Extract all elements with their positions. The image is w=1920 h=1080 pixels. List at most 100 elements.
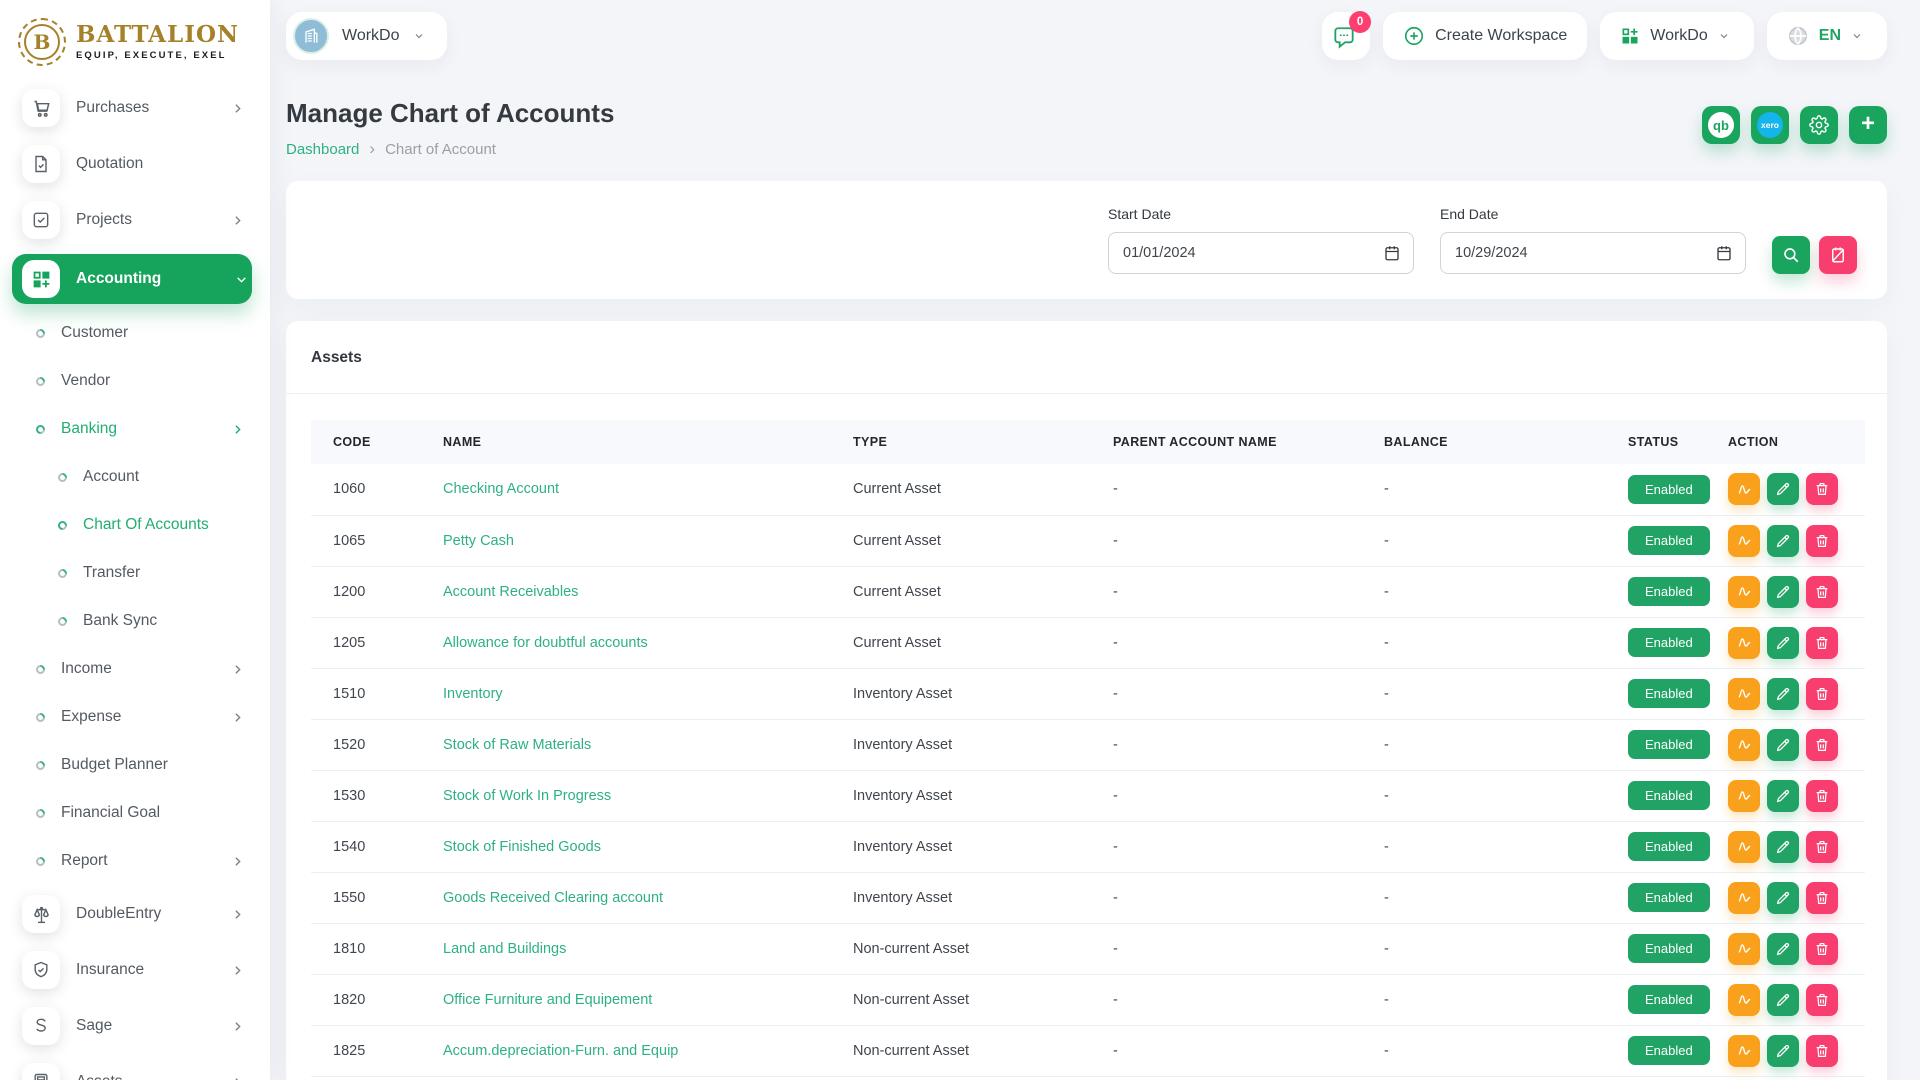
sidebar-item-chart-of-accounts[interactable]: Chart Of Accounts [14, 508, 248, 542]
sidebar-item-assets[interactable]: Assets [14, 1060, 248, 1080]
sidebar-item-vendor[interactable]: Vendor [14, 364, 248, 398]
delete-button[interactable] [1806, 780, 1838, 812]
account-name-link[interactable]: Stock of Raw Materials [443, 737, 591, 753]
sidebar-item-customer[interactable]: Customer [14, 316, 248, 350]
delete-button[interactable] [1806, 729, 1838, 761]
edit-button[interactable] [1767, 525, 1799, 557]
account-name-link[interactable]: Goods Received Clearing account [443, 890, 663, 906]
trash-icon [1814, 788, 1830, 804]
apply-filter-button[interactable] [1772, 236, 1810, 274]
workspace-avatar [293, 18, 329, 54]
add-account-button[interactable]: + [1849, 106, 1887, 144]
create-workspace-button[interactable]: Create Workspace [1383, 12, 1587, 60]
delete-button[interactable] [1806, 678, 1838, 710]
sidebar-item-sage[interactable]: Sage [14, 1004, 248, 1048]
messages-button[interactable]: 0 [1322, 12, 1370, 60]
workspace-selector[interactable]: WorkDo [286, 12, 447, 60]
delete-button[interactable] [1806, 1035, 1838, 1067]
sidebar-item-financial-goal[interactable]: Financial Goal [14, 796, 248, 830]
activity-button[interactable] [1728, 576, 1760, 608]
sidebar-item-doubleentry[interactable]: DoubleEntry [14, 892, 248, 936]
delete-button[interactable] [1806, 882, 1838, 914]
activity-button[interactable] [1728, 729, 1760, 761]
delete-button[interactable] [1806, 525, 1838, 557]
settings-button[interactable] [1800, 106, 1838, 144]
xero-button[interactable]: xero [1751, 106, 1789, 144]
activity-button[interactable] [1728, 780, 1760, 812]
edit-button[interactable] [1767, 473, 1799, 505]
sidebar-item-label: Budget Planner [61, 756, 248, 774]
sidebar-item-expense[interactable]: Expense [14, 700, 248, 734]
account-name-link[interactable]: Office Furniture and Equipement [443, 992, 652, 1008]
delete-button[interactable] [1806, 627, 1838, 659]
table-row: 1820 Office Furniture and Equipement Non… [311, 974, 1865, 1025]
sidebar-item-label: Chart Of Accounts [83, 516, 248, 534]
edit-button[interactable] [1767, 780, 1799, 812]
account-name-link[interactable]: Checking Account [443, 481, 559, 497]
sidebar-item-label: Assets [76, 1073, 231, 1080]
trash-icon [1814, 584, 1830, 600]
sidebar-item-label: Purchases [76, 99, 231, 117]
delete-button[interactable] [1806, 576, 1838, 608]
delete-button[interactable] [1806, 473, 1838, 505]
account-name-link[interactable]: Stock of Work In Progress [443, 788, 611, 804]
quickbooks-button[interactable]: qb [1702, 106, 1740, 144]
edit-button[interactable] [1767, 933, 1799, 965]
gear-icon [1809, 115, 1829, 135]
activity-button[interactable] [1728, 525, 1760, 557]
account-name-link[interactable]: Inventory [443, 686, 503, 702]
activity-button[interactable] [1728, 1035, 1760, 1067]
edit-button[interactable] [1767, 831, 1799, 863]
account-name-link[interactable]: Stock of Finished Goods [443, 839, 601, 855]
sidebar-item-report[interactable]: Report [14, 844, 248, 878]
activity-button[interactable] [1728, 933, 1760, 965]
sidebar-item-bank-sync[interactable]: Bank Sync [14, 604, 248, 638]
edit-button[interactable] [1767, 984, 1799, 1016]
start-date-input[interactable] [1109, 233, 1413, 273]
edit-button[interactable] [1767, 1035, 1799, 1067]
delete-button[interactable] [1806, 831, 1838, 863]
reset-filter-button[interactable] [1819, 236, 1857, 274]
chevron-right-icon [231, 102, 244, 115]
account-name-link[interactable]: Accum.depreciation-Furn. and Equip [443, 1043, 678, 1059]
parent-account-name: - [1113, 584, 1118, 600]
edit-button[interactable] [1767, 729, 1799, 761]
delete-button[interactable] [1806, 933, 1838, 965]
activity-button[interactable] [1728, 984, 1760, 1016]
account-name-link[interactable]: Allowance for doubtful accounts [443, 635, 648, 651]
edit-button[interactable] [1767, 576, 1799, 608]
activity-button[interactable] [1728, 678, 1760, 710]
breadcrumb-dashboard-link[interactable]: Dashboard [286, 141, 359, 158]
edit-button[interactable] [1767, 882, 1799, 914]
sidebar-item-budget-planner[interactable]: Budget Planner [14, 748, 248, 782]
account-name-link[interactable]: Petty Cash [443, 533, 514, 549]
bullet-icon [34, 327, 47, 340]
sidebar-item-banking[interactable]: Banking [14, 412, 248, 446]
sidebar-item-projects[interactable]: Projects [14, 198, 248, 242]
activity-button[interactable] [1728, 882, 1760, 914]
sidebar-item-account[interactable]: Account [14, 460, 248, 494]
sidebar-item-label: Transfer [83, 564, 248, 582]
calendar-icon[interactable] [1383, 244, 1401, 267]
chevron-down-icon [413, 30, 425, 42]
edit-button[interactable] [1767, 627, 1799, 659]
edit-button[interactable] [1767, 678, 1799, 710]
sidebar-item-income[interactable]: Income [14, 652, 248, 686]
sidebar-item-insurance[interactable]: Insurance [14, 948, 248, 992]
sidebar-item-purchases[interactable]: Purchases [14, 86, 248, 130]
account-name-link[interactable]: Land and Buildings [443, 941, 566, 957]
end-date-input[interactable] [1441, 233, 1745, 273]
calendar-icon[interactable] [1715, 244, 1733, 267]
trash-icon [1814, 941, 1830, 957]
activity-button[interactable] [1728, 473, 1760, 505]
workdo-menu-button[interactable]: WorkDo [1600, 12, 1754, 60]
account-name-link[interactable]: Account Receivables [443, 584, 578, 600]
delete-button[interactable] [1806, 984, 1838, 1016]
trash-icon [1814, 737, 1830, 753]
activity-button[interactable] [1728, 831, 1760, 863]
activity-button[interactable] [1728, 627, 1760, 659]
sidebar-item-quotation[interactable]: Quotation [14, 142, 248, 186]
language-selector[interactable]: EN [1767, 12, 1887, 60]
sidebar-item-transfer[interactable]: Transfer [14, 556, 248, 590]
sidebar-item-accounting[interactable]: Accounting [12, 254, 252, 304]
